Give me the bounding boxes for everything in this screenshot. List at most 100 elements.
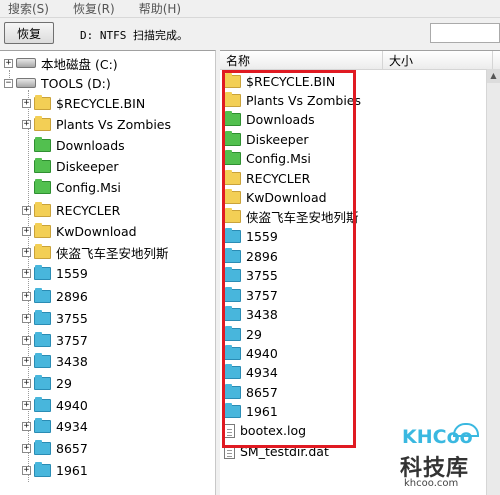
folder-icon [224, 92, 241, 107]
expand-icon[interactable]: + [22, 443, 31, 453]
list-item[interactable]: 4934 [224, 363, 278, 382]
menu-recover[interactable]: 恢复(R) [73, 0, 115, 17]
tree-item[interactable]: +3757 [22, 330, 88, 350]
list-item-label: 2896 [246, 249, 278, 264]
list-item-label: Diskeeper [246, 132, 309, 147]
list-item[interactable]: 2896 [224, 247, 278, 266]
tree-item-drive-c[interactable]: + 本地磁盘 (C:) [4, 53, 118, 73]
list-item-label: Downloads [246, 112, 315, 127]
list-item[interactable]: 侠盗飞车圣安地列斯 [224, 207, 359, 226]
tree-item[interactable]: +2896 [22, 286, 88, 306]
column-other[interactable]: N [493, 51, 500, 70]
list-item[interactable]: 8657 [224, 383, 278, 402]
folder-icon [224, 73, 241, 88]
tree-item-label: 4934 [56, 418, 88, 434]
tree-item-label: 8657 [56, 440, 88, 456]
list-item[interactable]: RECYCLER [224, 169, 310, 188]
expand-icon[interactable]: + [22, 378, 31, 388]
expand-icon[interactable]: + [22, 335, 31, 345]
tree-item[interactable]: + 侠盗飞车圣安地列斯 [22, 242, 169, 262]
expand-icon[interactable]: + [22, 313, 31, 323]
tree-item[interactable]: Downloads [22, 135, 125, 155]
tree-item[interactable]: + RECYCLER [22, 200, 120, 220]
folder-icon [34, 136, 51, 152]
list-item[interactable]: $RECYCLE.BIN [224, 72, 335, 91]
column-name[interactable]: 名称 [220, 51, 383, 70]
expand-icon[interactable]: + [22, 356, 31, 366]
list-item[interactable]: 3438 [224, 305, 278, 324]
list-item[interactable]: KwDownload [224, 188, 327, 207]
expand-icon[interactable]: + [22, 421, 31, 431]
menu-bar: 搜索(S) 恢复(R) 帮助(H) [0, 0, 500, 18]
expand-icon[interactable]: + [22, 268, 31, 278]
folder-icon [34, 115, 51, 131]
expand-icon[interactable]: + [22, 226, 31, 236]
tree-item[interactable]: +3755 [22, 308, 88, 328]
tree-item-drive-d[interactable]: − TOOLS (D:) [4, 73, 111, 93]
restore-button[interactable]: 恢复 [4, 22, 54, 44]
toolbar-input[interactable] [430, 23, 500, 43]
list-item-label: 1961 [246, 404, 278, 419]
list-item[interactable]: 1559 [224, 227, 278, 246]
tree-item[interactable]: +8657 [22, 438, 88, 458]
list-item[interactable]: Plants Vs Zombies [224, 91, 361, 110]
expand-icon[interactable]: + [4, 58, 13, 68]
list-item-label: 4940 [246, 346, 278, 361]
list-item[interactable]: Downloads [224, 110, 315, 129]
scroll-up-icon[interactable]: ▲ [487, 69, 500, 83]
tree-item-label: 4940 [56, 397, 88, 413]
menu-search[interactable]: 搜索(S) [8, 0, 49, 17]
folder-icon [34, 439, 51, 455]
folder-icon [224, 326, 241, 341]
list-item[interactable]: bootex.log [224, 421, 306, 440]
folder-icon [224, 189, 241, 204]
list-item-label: 侠盗飞车圣安地列斯 [246, 210, 359, 225]
list-item-label: 1559 [246, 229, 278, 244]
folder-icon [224, 228, 241, 243]
tree-item[interactable]: + $RECYCLE.BIN [22, 93, 145, 113]
list-item[interactable]: 4940 [224, 344, 278, 363]
list-item-label: Plants Vs Zombies [246, 93, 362, 108]
expand-icon[interactable]: + [22, 205, 31, 215]
list-item[interactable]: SM_testdir.dat [224, 442, 329, 461]
tree-item[interactable]: +3438 [22, 351, 88, 371]
tree-item[interactable]: +4940 [22, 395, 88, 415]
list-item[interactable]: 3757 [224, 286, 278, 305]
tree-item[interactable]: +4934 [22, 416, 88, 436]
watermark-logo: KHCoo 科技库 khcoo.com [398, 420, 500, 495]
expand-icon[interactable]: + [22, 400, 31, 410]
list-item[interactable]: 3755 [224, 266, 278, 285]
column-size[interactable]: 大小 [383, 51, 493, 70]
expand-icon[interactable]: + [22, 98, 31, 108]
tree-item[interactable]: +1961 [22, 460, 88, 480]
expand-icon[interactable]: + [22, 119, 31, 129]
folder-icon [34, 309, 51, 325]
collapse-icon[interactable]: − [4, 78, 13, 88]
folder-icon [34, 157, 51, 173]
tree-item-label: 本地磁盘 (C:) [41, 56, 118, 72]
tree-item[interactable]: Diskeeper [22, 156, 119, 176]
folder-icon [224, 306, 241, 321]
tree-item-label: Downloads [56, 137, 125, 153]
tree-item[interactable]: +1559 [22, 263, 88, 283]
list-item-label: 3438 [246, 307, 278, 322]
toolbar: 恢复 D: NTFS 扫描完成。 [0, 18, 500, 48]
tree-item-label: 侠盗飞车圣安地列斯 [56, 245, 169, 261]
folder-icon [34, 264, 51, 280]
list-item[interactable]: Diskeeper [224, 130, 309, 149]
list-item-label: $RECYCLE.BIN [246, 74, 336, 89]
expand-icon[interactable]: + [22, 291, 31, 301]
tree-item-label: Plants Vs Zombies [56, 116, 172, 132]
expand-icon[interactable]: + [22, 465, 31, 475]
list-item[interactable]: Config.Msi [224, 149, 311, 168]
tree-item[interactable]: Config.Msi [22, 177, 121, 197]
list-item[interactable]: 1961 [224, 402, 278, 421]
folder-tree[interactable]: + 本地磁盘 (C:) − TOOLS (D:) + $RECYCLE.BIN +… [0, 50, 216, 495]
menu-help[interactable]: 帮助(H) [139, 0, 181, 17]
tree-item[interactable]: + KwDownload [22, 221, 137, 241]
expand-icon[interactable]: + [22, 247, 31, 257]
folder-icon [224, 384, 241, 399]
list-item[interactable]: 29 [224, 325, 262, 344]
tree-item[interactable]: + Plants Vs Zombies [22, 114, 171, 134]
tree-item[interactable]: +29 [22, 373, 72, 393]
